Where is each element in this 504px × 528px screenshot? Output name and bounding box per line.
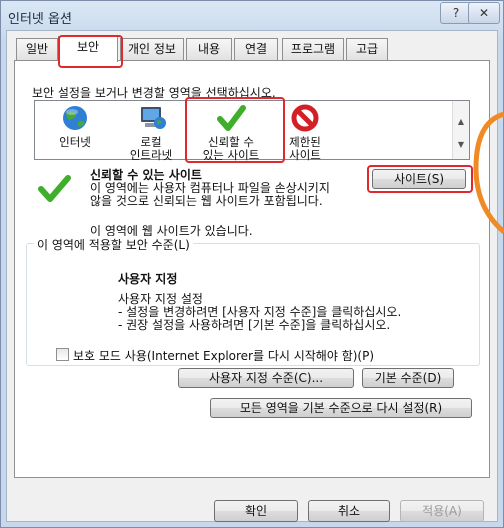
cancel-button[interactable]: 취소: [308, 500, 390, 522]
tab-general[interactable]: 일반: [16, 38, 58, 60]
intranet-icon: [134, 104, 168, 134]
restricted-icon: [288, 104, 322, 134]
zone-list-scrollbar[interactable]: ▲ ▼: [452, 101, 469, 159]
tab-programs[interactable]: 프로그램: [282, 38, 344, 60]
large-check-icon: [36, 172, 72, 207]
zone-intranet-label-2: 인트라넷: [129, 148, 173, 162]
security-level-heading: 사용자 지정: [118, 272, 178, 286]
dialog-title: 인터넷 옵션: [8, 12, 72, 27]
reset-all-zones-button[interactable]: 모든 영역을 기본 수준으로 다시 설정(R): [210, 398, 472, 418]
tab-content[interactable]: 내용: [186, 38, 232, 60]
globe-icon: [58, 104, 92, 134]
sites-button-highlight: [367, 165, 473, 193]
trusted-zone-highlight: [185, 97, 285, 163]
default-level-button[interactable]: 기본 수준(D): [362, 368, 454, 388]
protected-mode-label: 보호 모드 사용(Internet Explorer를 다시 시작해야 함)(P…: [73, 349, 375, 363]
ok-button[interactable]: 확인: [214, 500, 298, 522]
zone-info-desc-2: 않을 것으로 신뢰되는 웹 사이트가 포함됩니다.: [90, 194, 323, 208]
tab-privacy[interactable]: 개인 정보: [120, 38, 184, 60]
close-button[interactable]: ✕: [468, 2, 500, 24]
zone-internet-label: 인터넷: [59, 135, 91, 149]
custom-level-button[interactable]: 사용자 지정 수준(C)...: [178, 368, 354, 388]
tab-advanced[interactable]: 고급: [346, 38, 388, 60]
tab-connections[interactable]: 연결: [234, 38, 278, 60]
orange-arc-decoration: [473, 111, 504, 234]
protected-mode-checkbox[interactable]: [56, 348, 69, 361]
security-level-label: 이 영역에 적용할 보안 수준(L): [34, 236, 193, 253]
zone-local-intranet[interactable]: 로컬 인트라넷: [116, 104, 186, 162]
scroll-up-icon[interactable]: ▲: [453, 117, 469, 126]
security-tab-highlight: [58, 35, 123, 68]
scroll-down-icon[interactable]: ▼: [453, 140, 469, 149]
security-level-description: 사용자 지정 설정 - 설정을 변경하려면 [사용자 지정 수준]을 클릭하십시…: [118, 293, 401, 332]
zone-internet[interactable]: 인터넷: [40, 104, 110, 149]
zone-info-description: 이 영역에는 사용자 컴퓨터나 파일을 손상시키지 않을 것으로 신뢰되는 웹 …: [90, 182, 330, 208]
apply-button[interactable]: 적용(A): [400, 500, 484, 522]
security-level-line-3: - 권장 설정을 사용하려면 [기본 수준]을 클릭하십시오.: [118, 318, 391, 332]
